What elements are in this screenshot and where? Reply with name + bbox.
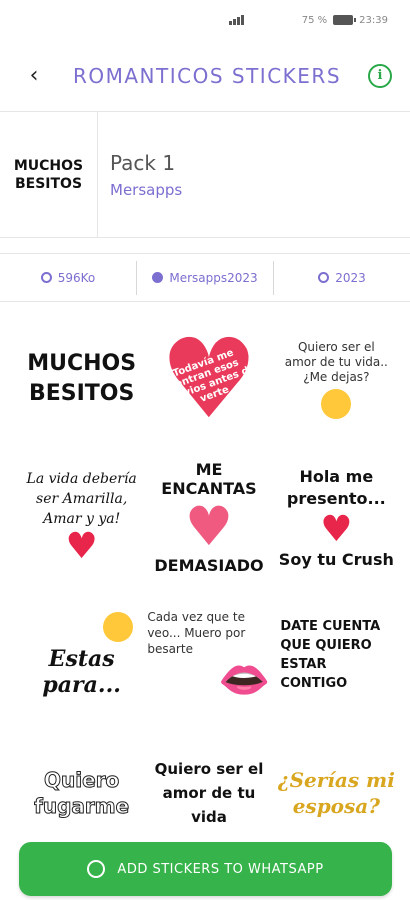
app-bar: ‹ ROMANTICOS STICKERS i	[0, 40, 410, 112]
pack-header: MUCHOS BESITOS Pack 1 Mersapps	[0, 112, 410, 238]
sticker-text: DATE CUENTA QUE QUIERO ESTAR CONTIGO	[280, 619, 381, 691]
status-time: 23:39	[359, 14, 388, 26]
sticker-text-top: ME ENCANTAS	[161, 459, 257, 498]
page-title: ROMANTICOS STICKERS	[72, 63, 342, 88]
sticker-text-top: Hola me presento...	[286, 466, 386, 508]
pack-thumbnail: MUCHOS BESITOS	[0, 112, 98, 237]
pack-meta-bar: 596Ko Mersapps2023 2023	[0, 254, 410, 302]
lips-icon: 👄	[218, 655, 271, 704]
sticker-item[interactable]: Quiero ser el amor de tu vida	[147, 726, 270, 860]
sticker-item[interactable]: ¿Serías mi esposa?	[275, 726, 398, 860]
sticker-text-bottom: DEMASIADO	[154, 555, 264, 575]
sticker-text: ¿Serías mi esposa?	[277, 768, 395, 818]
pack-name: Pack 1	[110, 150, 176, 175]
sticker-text: Quiero ser el amor de tu vida	[154, 760, 264, 826]
sticker-item[interactable]: MUCHOS BESITOS	[20, 312, 143, 446]
sticker-item[interactable]: ♥ Todavía me entran esos nervios antes d…	[147, 312, 270, 446]
sticker-text: Quiero ser el amor de tu vida.. ¿Me deja…	[284, 339, 388, 384]
pack-info: Pack 1 Mersapps	[98, 151, 182, 199]
sticker-text: Quiero fugarme	[34, 768, 130, 819]
sticker-item[interactable]: La vida debería ser Amarilla, Amar y ya!…	[20, 450, 143, 584]
status-bar: 75 % 23:39	[0, 0, 410, 40]
clock-icon	[318, 272, 330, 283]
heart-eyes-emoji-icon	[103, 612, 134, 642]
pack-publisher: Mersapps	[110, 180, 183, 199]
sticker-item[interactable]: DATE CUENTA QUE QUIERO ESTAR CONTIGO	[275, 588, 398, 722]
sticker-item[interactable]: Estas para...	[20, 588, 143, 722]
sticker-item[interactable]: Cada vez que te veo... Muero por besarte…	[147, 588, 270, 722]
meta-author-label: Mersapps2023	[169, 270, 258, 285]
add-to-whatsapp-button[interactable]: ADD STICKERS TO WHATSAPP	[19, 842, 392, 896]
heart-icon: ♥	[184, 494, 234, 558]
sticker-text: MUCHOS BESITOS	[27, 351, 137, 406]
sticker-text: La vida debería ser Amarilla, Amar y ya!	[26, 471, 137, 527]
meta-year-label: 2023	[335, 270, 366, 285]
battery-percent: 75 %	[301, 14, 328, 26]
add-button-label: ADD STICKERS TO WHATSAPP	[117, 861, 324, 877]
info-icon: i	[377, 68, 383, 83]
meta-author: Mersapps2023	[136, 260, 273, 295]
smiling-face-icon	[321, 388, 352, 419]
whatsapp-icon	[87, 860, 106, 878]
sticker-grid: MUCHOS BESITOS ♥ Todavía me entran esos …	[0, 302, 410, 874]
back-arrow-icon: ‹	[29, 63, 39, 88]
signal-icon	[228, 15, 244, 25]
heart-icon: ♥	[320, 508, 353, 550]
meta-year: 2023	[273, 260, 410, 295]
sticker-text: Cada vez que te veo... Muero por besarte	[147, 610, 246, 656]
sticker-item[interactable]: Quiero fugarme	[20, 726, 143, 860]
sticker-text: Estas para...	[42, 646, 121, 698]
sticker-item[interactable]: Hola me presento... ♥ Soy tu Crush	[275, 450, 398, 584]
meta-size: 596Ko	[0, 261, 136, 295]
section-gap	[0, 238, 410, 254]
meta-size-label: 596Ko	[57, 270, 96, 285]
sticker-item[interactable]: Quiero ser el amor de tu vida.. ¿Me deja…	[275, 312, 398, 446]
pack-thumbnail-text: MUCHOS BESITOS	[13, 157, 84, 192]
sticker-item[interactable]: ME ENCANTAS ♥ DEMASIADO	[147, 450, 270, 584]
back-button[interactable]: ‹	[22, 63, 46, 88]
heart-icon: ♥	[65, 526, 98, 567]
battery-icon	[333, 15, 357, 25]
account-icon	[152, 272, 164, 283]
sticker-text-bottom: Soy tu Crush	[278, 549, 394, 569]
refresh-icon	[40, 272, 52, 283]
info-button[interactable]: i	[368, 63, 392, 88]
